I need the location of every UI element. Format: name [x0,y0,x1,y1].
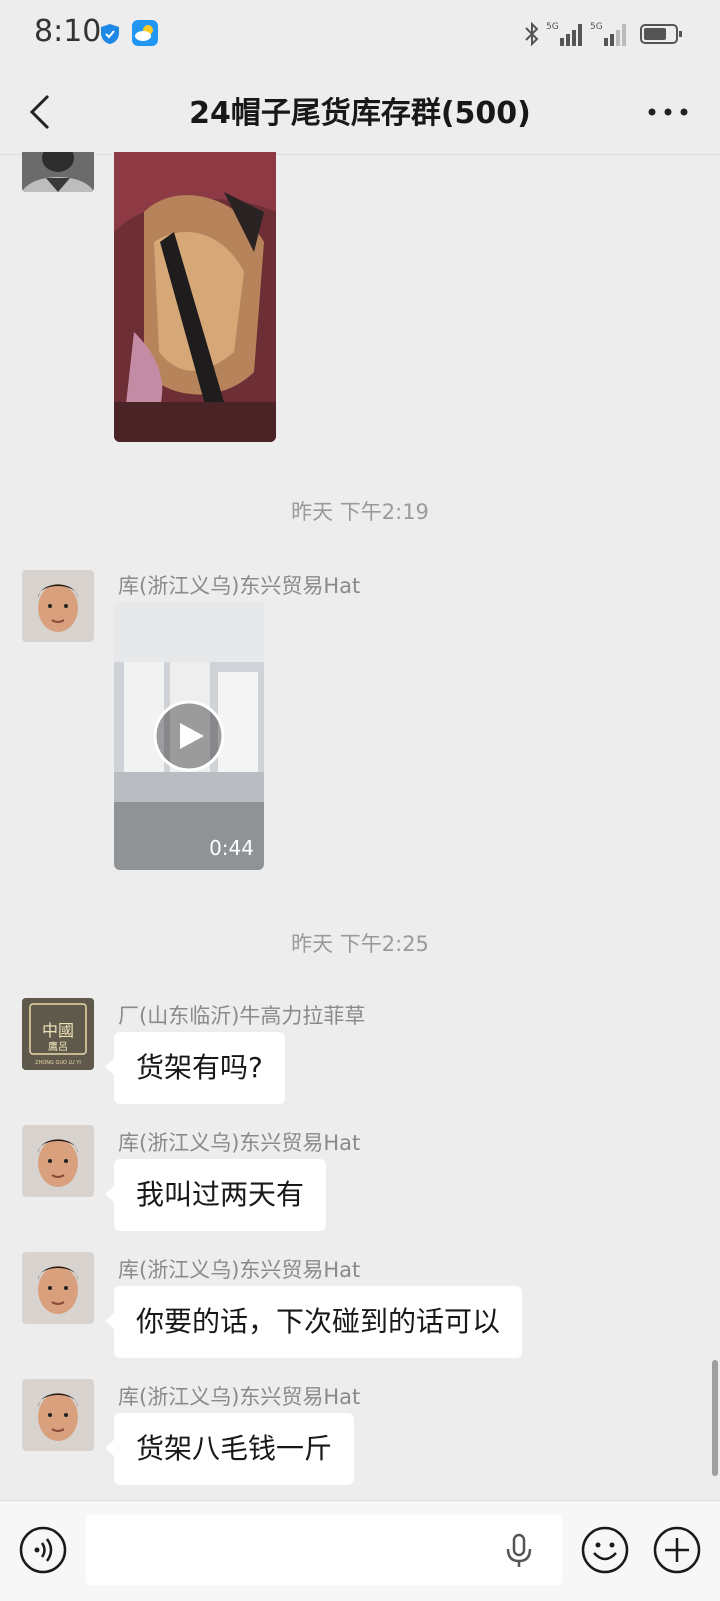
bluetooth-icon [522,20,542,52]
network-label-1: 5G [546,22,559,32]
avatar[interactable]: 中國 鷹呂 ZHONG GUO LU YI [22,998,94,1070]
svg-text:ZHONG GUO LU YI: ZHONG GUO LU YI [35,1060,81,1066]
message-timestamp: 昨天 下午2:19 [291,500,429,524]
message-bubble[interactable]: 货架八毛钱一斤 [104,1413,355,1485]
voice-toggle-icon[interactable] [18,1525,68,1579]
scrollbar[interactable] [712,1360,718,1476]
seal-logo: 中國 鷹呂 ZHONG GUO LU YI [22,998,94,1070]
sender-name: 库(浙江义乌)东兴贸易Hat [118,1258,361,1282]
battery-icon [640,22,684,50]
chat-title: 24帽子尾货库存群(500) [189,96,531,131]
avatar[interactable] [22,152,94,192]
emoji-icon[interactable] [580,1525,630,1579]
sender-name: 厂(山东临沂)牛高力拉菲草 [118,1004,366,1028]
signal-icon: 5G [546,20,584,52]
chat-header: 24帽子尾货库存群(500) [0,70,720,155]
message-bubble[interactable]: 我叫过两天有 [104,1159,327,1231]
add-icon[interactable] [652,1525,702,1579]
avatar[interactable] [22,570,94,642]
microphone-icon[interactable] [504,1533,534,1573]
sender-name: 库(浙江义乌)东兴贸易Hat [118,574,361,598]
video-message[interactable]: 0:44 [114,602,264,870]
input-bar [0,1500,720,1601]
svg-text:鷹呂: 鷹呂 [48,1040,68,1053]
video-duration: 0:44 [209,836,254,860]
play-icon[interactable] [176,721,206,755]
weather-app-icon [132,20,158,50]
message-bubble[interactable]: 你要的话，下次碰到的话可以 [104,1286,523,1358]
sender-name: 库(浙江义乌)东兴贸易Hat [118,1385,361,1409]
avatar[interactable] [22,1252,94,1324]
avatar[interactable] [22,1125,94,1197]
message-input[interactable] [86,1515,562,1585]
shield-icon [98,22,122,50]
message-timestamp: 昨天 下午2:25 [291,932,429,956]
more-icon[interactable] [646,100,690,124]
sender-name: 库(浙江义乌)东兴贸易Hat [118,1131,361,1155]
message-bubble[interactable]: 货架有吗? [105,1032,285,1104]
svg-text:中國: 中國 [42,1021,74,1040]
status-time: 8:10 [34,14,102,49]
status-bar: 8:10 5G 5G [0,0,720,70]
image-message[interactable] [114,152,276,442]
avatar[interactable] [22,1379,94,1451]
signal-icon-2: 5G [590,20,628,52]
back-button[interactable] [22,90,62,134]
network-label-2: 5G [590,22,603,32]
